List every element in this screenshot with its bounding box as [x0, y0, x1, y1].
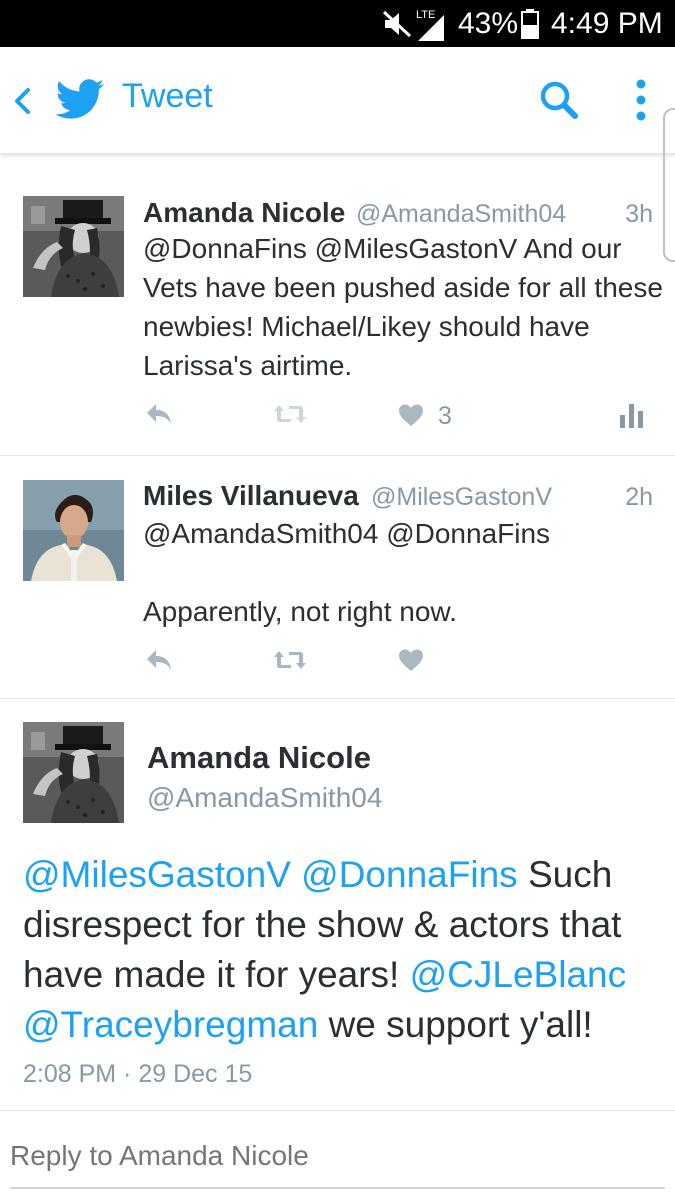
tweet-author-name[interactable]: Miles Villanueva — [143, 480, 359, 512]
search-icon[interactable] — [538, 79, 580, 126]
overflow-menu-icon[interactable] — [634, 77, 648, 128]
mention-link[interactable]: @DonnaFins — [301, 854, 518, 895]
tweet-author-name[interactable]: Amanda Nicole — [143, 197, 345, 229]
tweet-item[interactable]: Amanda Nicole @AmandaSmith04 3h @DonnaFi… — [0, 175, 675, 456]
like-heart-icon[interactable] — [398, 403, 424, 432]
battery-percent: 43% — [458, 6, 519, 40]
reply-input[interactable] — [10, 1140, 650, 1172]
mention-link[interactable]: @MilesGastonV — [23, 854, 291, 895]
analytics-icon[interactable] — [619, 401, 645, 434]
reply-underline — [10, 1187, 665, 1189]
focused-tweet-text: @MilesGastonV @DonnaFins Such disrespect… — [23, 850, 663, 1050]
retweet-icon[interactable] — [273, 403, 307, 430]
mention-link[interactable]: @Traceybregman — [23, 1004, 318, 1045]
twitter-bird-icon — [55, 79, 105, 126]
battery-icon — [521, 0, 539, 47]
tweet-timestamp: 2:08 PM · 29 Dec 15 — [23, 1060, 253, 1088]
avatar[interactable] — [23, 480, 124, 581]
clock: 4:49 PM — [551, 6, 663, 40]
tweet-text: @DonnaFins @MilesGastonV And our Vets ha… — [143, 233, 663, 381]
tweet-text-line: Apparently, not right now. — [143, 596, 457, 627]
signal-icon: LTE — [416, 0, 446, 47]
page-title: Tweet — [122, 77, 213, 115]
tweet-time: 2h — [625, 483, 653, 511]
mention-link[interactable]: @CJLeBlanc — [410, 954, 627, 995]
retweet-icon[interactable] — [273, 649, 307, 676]
avatar[interactable] — [23, 196, 124, 297]
tweet-author-handle[interactable]: @MilesGastonV — [371, 483, 552, 512]
tweet-text-part: we support y'all! — [328, 1004, 593, 1045]
network-type-label: LTE — [416, 9, 436, 21]
status-bar: LTE 43% 4:49 PM — [0, 0, 675, 47]
avatar[interactable] — [23, 722, 124, 823]
tweet-author-handle[interactable]: @AmandaSmith04 — [356, 200, 566, 229]
like-heart-icon[interactable] — [398, 648, 424, 677]
tweet-item[interactable]: Miles Villanueva @MilesGastonV 2h @Amand… — [0, 458, 675, 699]
app-bar: Tweet — [0, 47, 675, 155]
tweet-text-line: @AmandaSmith04 @DonnaFins — [143, 518, 551, 549]
back-chevron-icon[interactable] — [12, 87, 34, 120]
reply-icon[interactable] — [145, 648, 173, 677]
tweet-time: 3h — [625, 200, 653, 228]
focused-author-name[interactable]: Amanda Nicole — [147, 740, 371, 776]
focused-author-handle[interactable]: @AmandaSmith04 — [147, 782, 382, 814]
reply-icon[interactable] — [145, 402, 173, 431]
like-count: 3 — [438, 402, 452, 430]
mute-icon — [382, 0, 414, 47]
